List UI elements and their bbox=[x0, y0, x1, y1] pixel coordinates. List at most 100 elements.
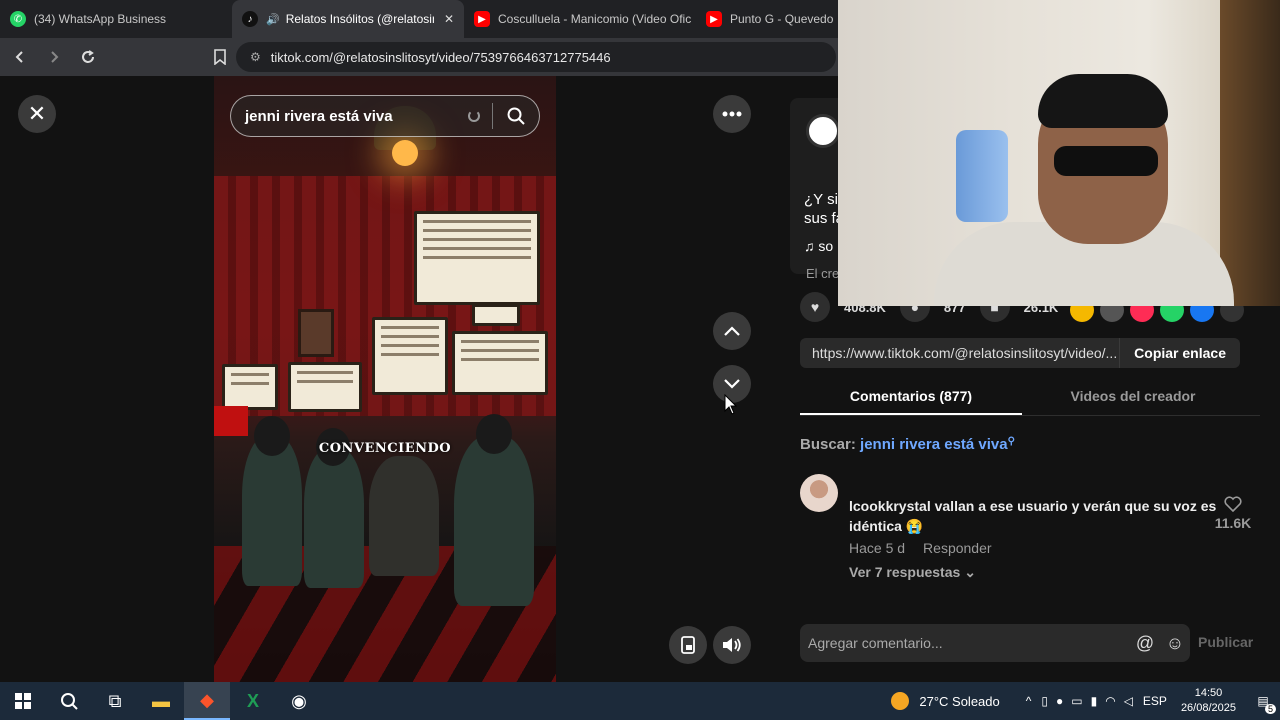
video-tweet-card bbox=[472, 304, 520, 326]
tab-label: Punto G - Quevedo - V bbox=[730, 12, 836, 26]
search-input[interactable]: jenni rivera está viva bbox=[245, 108, 468, 125]
address-bar[interactable]: ⚙ tiktok.com/@relatosinslitosyt/video/75… bbox=[236, 42, 836, 72]
display-icon[interactable]: ▭ bbox=[1071, 694, 1082, 708]
comment-time: Hace 5 d bbox=[849, 540, 906, 556]
windows-taskbar: ⧉ ▬ ◆ X ◉ 27°C Soleado ^ ▯ ● ▭ ▮ ◠ ◁ ESP… bbox=[0, 682, 1280, 720]
comment-like-count: 11.6K bbox=[1214, 515, 1252, 531]
chevron-down-icon: ⌄ bbox=[964, 564, 976, 580]
video-player[interactable]: CONVENCIENDO bbox=[214, 76, 556, 682]
brave-browser-icon[interactable]: ◆ bbox=[184, 682, 230, 720]
url-text: tiktok.com/@relatosinslitosyt/video/7539… bbox=[270, 49, 611, 65]
mouse-cursor bbox=[724, 393, 738, 416]
tiktok-icon: ♪ bbox=[242, 11, 258, 27]
volume-icon[interactable] bbox=[713, 626, 751, 664]
wifi-icon[interactable]: ◠ bbox=[1105, 694, 1115, 708]
chevron-up-icon[interactable]: ^ bbox=[1026, 694, 1032, 708]
comment-search-suggestion: Buscar: jenni rivera está viva⚲ bbox=[800, 436, 1015, 453]
windows-start-icon[interactable] bbox=[0, 682, 46, 720]
tab-comments[interactable]: Comentarios (877) bbox=[800, 382, 1022, 415]
comment-username[interactable]: lcookkrystal bbox=[849, 498, 931, 514]
notification-count: 5 bbox=[1264, 704, 1276, 714]
tab-creator-videos[interactable]: Videos del creador bbox=[1022, 382, 1244, 415]
search-small-icon: ⚲ bbox=[1007, 436, 1015, 447]
search-bar[interactable]: jenni rivera está viva bbox=[230, 95, 540, 137]
video-red-screen bbox=[214, 406, 248, 436]
bookmark-icon[interactable] bbox=[206, 43, 234, 71]
video-tweet-card bbox=[288, 362, 362, 412]
clock-date: 26/08/2025 bbox=[1180, 702, 1236, 714]
clock-time: 14:50 bbox=[1194, 687, 1223, 699]
tab-tiktok[interactable]: ♪ 🔊 Relatos Insólitos (@relatosinsl ✕ bbox=[232, 0, 464, 38]
music-link[interactable]: ♫ so bbox=[804, 238, 833, 254]
loading-spinner-icon bbox=[468, 110, 480, 122]
site-info-icon[interactable]: ⚙ bbox=[250, 50, 261, 64]
tray-app-icon[interactable]: ▯ bbox=[1041, 694, 1048, 708]
reload-icon[interactable] bbox=[74, 43, 102, 71]
view-replies-button[interactable]: Ver 7 respuestas ⌄ bbox=[849, 564, 976, 581]
video-figure bbox=[454, 436, 534, 606]
video-figure bbox=[369, 456, 439, 576]
language-indicator[interactable]: ESP bbox=[1143, 694, 1167, 708]
video-area: ✕ CONVENCIENDO jenni rivera está viva bbox=[0, 76, 770, 682]
search-keyword-link[interactable]: jenni rivera está viva bbox=[860, 436, 1008, 453]
close-video-button[interactable]: ✕ bbox=[18, 95, 56, 133]
video-figure bbox=[304, 448, 364, 588]
tab-label: (34) WhatsApp Business bbox=[34, 12, 167, 26]
webcam-person-sunglasses bbox=[1054, 146, 1158, 176]
task-view-icon[interactable]: ⧉ bbox=[92, 682, 138, 720]
comment-input[interactable]: Agregar comentario... bbox=[808, 635, 1130, 651]
video-tweet-card bbox=[452, 331, 548, 395]
tab-cosculluela[interactable]: ▶ Cosculluela - Manicomio (Video Ofic bbox=[464, 0, 696, 38]
speaker-icon[interactable]: ◁ bbox=[1124, 694, 1133, 708]
search-icon[interactable] bbox=[493, 96, 539, 136]
clock[interactable]: 14:50 26/08/2025 bbox=[1181, 686, 1236, 716]
recorder-app-icon[interactable]: ◉ bbox=[276, 682, 322, 720]
music-title: so bbox=[818, 238, 834, 254]
video-caption: CONVENCIENDO bbox=[318, 441, 452, 456]
video-link-url[interactable]: https://www.tiktok.com/@relatosinslitosy… bbox=[812, 345, 1119, 361]
copy-link-button[interactable]: Copiar enlace bbox=[1119, 338, 1240, 368]
microphone-icon[interactable]: ● bbox=[1056, 694, 1063, 708]
tab-label: Relatos Insólitos (@relatosinsl bbox=[285, 12, 434, 26]
search-icon[interactable] bbox=[46, 682, 92, 720]
reply-button[interactable]: Responder bbox=[923, 540, 992, 556]
like-heart-icon[interactable]: ♥ bbox=[800, 292, 830, 322]
tab-quevedo[interactable]: ▶ Punto G - Quevedo - V bbox=[696, 0, 836, 38]
mention-icon[interactable]: @ bbox=[1130, 633, 1160, 654]
video-figure bbox=[242, 436, 302, 586]
comment-composer[interactable]: Agregar comentario... @ ☺ bbox=[800, 624, 1190, 662]
emoji-icon[interactable]: ☺ bbox=[1160, 633, 1190, 654]
youtube-icon: ▶ bbox=[474, 11, 490, 27]
tab-whatsapp[interactable]: ✆ (34) WhatsApp Business bbox=[0, 0, 232, 38]
weather-text[interactable]: 27°C Soleado bbox=[919, 694, 999, 709]
webcam-water-bottle bbox=[956, 130, 1008, 222]
file-explorer-icon[interactable]: ▬ bbox=[138, 682, 184, 720]
search-label: Buscar: bbox=[800, 436, 856, 453]
previous-video-icon[interactable] bbox=[713, 312, 751, 350]
comment-meta: Hace 5 d Responder bbox=[849, 540, 992, 556]
panel-tabs: Comentarios (877) Videos del creador bbox=[800, 382, 1260, 416]
close-tab-icon[interactable]: ✕ bbox=[444, 12, 454, 26]
notifications-button[interactable]: ▤ 5 bbox=[1246, 682, 1280, 720]
creator-avatar[interactable] bbox=[806, 114, 840, 148]
video-link-box: https://www.tiktok.com/@relatosinslitosy… bbox=[800, 338, 1240, 368]
battery-icon[interactable]: ▮ bbox=[1091, 694, 1098, 708]
publish-button[interactable]: Publicar bbox=[1198, 634, 1253, 650]
back-icon[interactable] bbox=[6, 43, 34, 71]
comment-like[interactable]: 11.6K bbox=[1213, 496, 1253, 531]
audio-playing-icon[interactable]: 🔊 bbox=[266, 13, 280, 26]
webcam-overlay bbox=[838, 0, 1280, 306]
forward-icon[interactable] bbox=[40, 43, 68, 71]
picture-in-picture-icon[interactable] bbox=[669, 626, 707, 664]
more-options-icon[interactable] bbox=[713, 95, 751, 133]
comment-body: lcookkrystal vallan a ese usuario y verá… bbox=[849, 496, 1219, 536]
commenter-avatar[interactable] bbox=[800, 474, 838, 512]
whatsapp-icon: ✆ bbox=[10, 11, 26, 27]
music-note-icon: ♫ bbox=[804, 238, 815, 254]
video-tweet-card bbox=[414, 211, 540, 305]
video-portrait bbox=[298, 309, 334, 357]
excel-icon[interactable]: X bbox=[230, 682, 276, 720]
weather-sun-icon bbox=[891, 692, 910, 710]
heart-outline-icon bbox=[1213, 496, 1253, 515]
replies-label: Ver 7 respuestas bbox=[849, 564, 961, 580]
